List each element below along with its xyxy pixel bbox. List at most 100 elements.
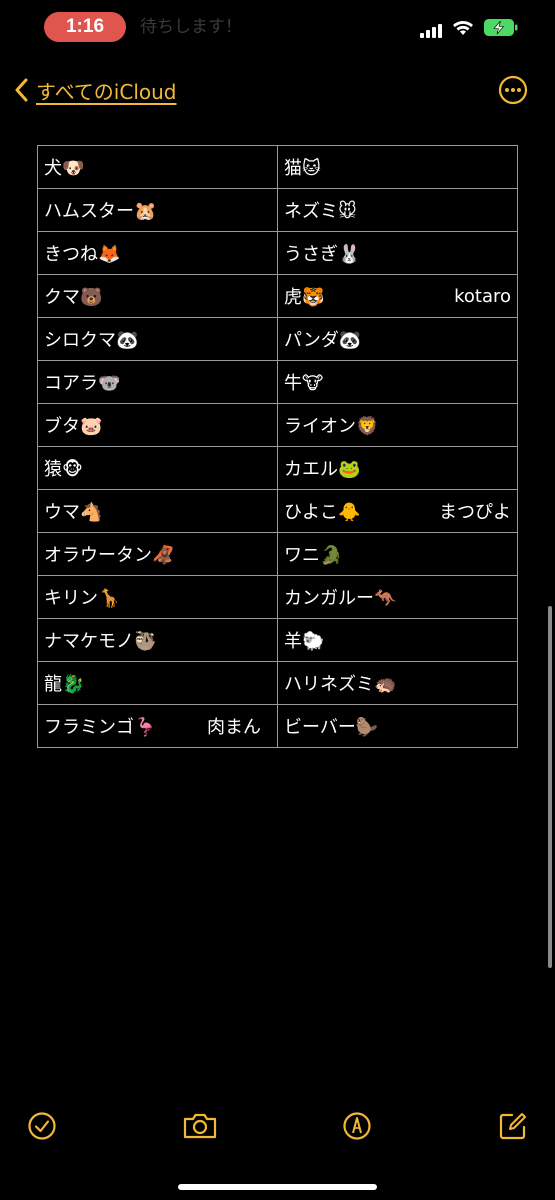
- cell-content: 龍🐉: [44, 670, 271, 696]
- cell-content: ウマ🐴: [44, 498, 271, 524]
- cell-content: ライオン🦁: [284, 412, 511, 438]
- table-row: きつね🦊 うさぎ🐰: [37, 231, 518, 275]
- cell-content: 牛🐮: [284, 369, 511, 395]
- more-options-icon[interactable]: [498, 75, 528, 105]
- animal-label: カンガルー🦘: [284, 588, 397, 609]
- animal-label: 猿🐵: [44, 459, 83, 480]
- cell-content: カエル🐸: [284, 455, 511, 481]
- table-cell-left[interactable]: ブタ🐷: [37, 403, 278, 447]
- table-row: オラウータン🦧 ワニ🐊: [37, 532, 518, 576]
- cell-content: クマ🐻: [44, 283, 271, 309]
- animal-label: 牛🐮: [284, 373, 324, 394]
- cell-content: オラウータン🦧: [44, 541, 271, 567]
- cell-note: 肉まん: [207, 717, 261, 738]
- table-cell-left[interactable]: コアラ🐨: [37, 360, 278, 404]
- cell-content: 猿🐵: [44, 455, 271, 481]
- background-notification-text: 待ちします！: [140, 17, 242, 37]
- table-cell-left[interactable]: フラミンゴ🦩 肉まん: [37, 704, 278, 748]
- compose-icon[interactable]: [498, 1111, 528, 1141]
- cell-content: フラミンゴ🦩 肉まん: [44, 713, 271, 739]
- animal-label: きつね🦊: [44, 244, 121, 265]
- table-cell-right[interactable]: ライオン🦁: [277, 403, 518, 447]
- animal-label: ハリネズミ🦔: [284, 674, 397, 695]
- animal-label: ナマケモノ🦥: [44, 631, 157, 652]
- home-indicator[interactable]: [178, 1184, 377, 1190]
- checklist-icon[interactable]: [27, 1111, 57, 1141]
- table-cell-right[interactable]: ワニ🐊: [277, 532, 518, 576]
- animal-label: キリン🦒: [44, 588, 121, 609]
- cell-content: 犬🐶: [44, 154, 271, 180]
- animal-label: ネズミ🐭: [284, 201, 357, 222]
- note-table[interactable]: 犬🐶 猫🐱 ハムスター🐹 ネズミ🐭 きつね🦊 うさぎ🐰 クマ🐻 虎🐯 kotaro シロクマ🐼 パン…: [37, 145, 518, 748]
- animal-label: ライオン🦁: [284, 416, 379, 437]
- cellular-signal-icon: [420, 22, 444, 38]
- cell-content: ネズミ🐭: [284, 197, 511, 223]
- table-cell-right[interactable]: ひよこ🐥 まつぴよ: [277, 489, 518, 533]
- cell-content: ハリネズミ🦔: [284, 670, 511, 696]
- cell-note: まつぴよ: [439, 502, 511, 523]
- cell-content: パンダ🐼: [284, 326, 511, 352]
- table-cell-left[interactable]: ナマケモノ🦥: [37, 618, 278, 662]
- wifi-icon: [453, 21, 473, 35]
- animal-label: ブタ🐷: [44, 416, 103, 437]
- table-cell-left[interactable]: 猿🐵: [37, 446, 278, 490]
- animal-label: コアラ🐨: [44, 373, 121, 394]
- status-bar: 待ちします！ 1:16: [0, 0, 555, 54]
- animal-label: カエル🐸: [284, 459, 361, 480]
- table-cell-left[interactable]: クマ🐻: [37, 274, 278, 318]
- table-row: シロクマ🐼 パンダ🐼: [37, 317, 518, 361]
- table-row: 猿🐵 カエル🐸: [37, 446, 518, 490]
- chevron-left-icon: [15, 78, 28, 102]
- table-cell-right[interactable]: カンガルー🦘: [277, 575, 518, 619]
- status-time[interactable]: 1:16: [44, 12, 126, 42]
- animal-label: ウマ🐴: [44, 502, 103, 523]
- table-row: ナマケモノ🦥 羊🐑: [37, 618, 518, 662]
- cell-content: ビーバー🦫: [284, 713, 511, 739]
- table-cell-left[interactable]: オラウータン🦧: [37, 532, 278, 576]
- table-cell-left[interactable]: きつね🦊: [37, 231, 278, 275]
- table-row: キリン🦒 カンガルー🦘: [37, 575, 518, 619]
- table-cell-right[interactable]: 猫🐱: [277, 145, 518, 189]
- table-cell-right[interactable]: カエル🐸: [277, 446, 518, 490]
- table-row: 犬🐶 猫🐱: [37, 145, 518, 189]
- table-row: クマ🐻 虎🐯 kotaro: [37, 274, 518, 318]
- animal-label: 羊🐑: [284, 631, 325, 652]
- table-cell-left[interactable]: ハムスター🐹: [37, 188, 278, 232]
- table-row: ハムスター🐹 ネズミ🐭: [37, 188, 518, 232]
- cell-content: 羊🐑: [284, 627, 511, 653]
- animal-label: ハムスター🐹: [44, 201, 157, 222]
- camera-icon[interactable]: [182, 1111, 218, 1141]
- animal-label: ワニ🐊: [284, 545, 343, 566]
- animal-label: ビーバー🦫: [284, 717, 379, 738]
- animal-label: フラミンゴ🦩: [44, 717, 157, 738]
- table-cell-right[interactable]: パンダ🐼: [277, 317, 518, 361]
- table-cell-right[interactable]: ビーバー🦫: [277, 704, 518, 748]
- animal-label: うさぎ🐰: [284, 244, 361, 265]
- animal-label: 犬🐶: [44, 158, 85, 179]
- table-cell-left[interactable]: 犬🐶: [37, 145, 278, 189]
- battery-charging-icon: [484, 19, 518, 36]
- table-cell-right[interactable]: 羊🐑: [277, 618, 518, 662]
- back-button-label[interactable]: すべてのiCloud: [36, 76, 177, 105]
- table-cell-right[interactable]: ハリネズミ🦔: [277, 661, 518, 705]
- animal-label: パンダ🐼: [284, 330, 362, 351]
- table-cell-right[interactable]: 牛🐮: [277, 360, 518, 404]
- table-cell-right[interactable]: ネズミ🐭: [277, 188, 518, 232]
- scroll-indicator[interactable]: [548, 606, 552, 968]
- table-cell-left[interactable]: キリン🦒: [37, 575, 278, 619]
- table-cell-left[interactable]: ウマ🐴: [37, 489, 278, 533]
- animal-label: 猫🐱: [284, 158, 321, 179]
- table-cell-right[interactable]: うさぎ🐰: [277, 231, 518, 275]
- table-row: フラミンゴ🦩 肉まん ビーバー🦫: [37, 704, 518, 748]
- animal-label: シロクマ🐼: [44, 330, 139, 351]
- cell-content: キリン🦒: [44, 584, 271, 610]
- note-table-body: 犬🐶 猫🐱 ハムスター🐹 ネズミ🐭 きつね🦊 うさぎ🐰 クマ🐻 虎🐯 kotaro シロクマ🐼 パン…: [37, 145, 518, 748]
- table-cell-right[interactable]: 虎🐯 kotaro: [277, 274, 518, 318]
- animal-label: クマ🐻: [44, 287, 103, 308]
- table-cell-left[interactable]: シロクマ🐼: [37, 317, 278, 361]
- back-button[interactable]: すべてのiCloud: [14, 74, 177, 106]
- table-row: 龍🐉 ハリネズミ🦔: [37, 661, 518, 705]
- animal-label: ひよこ🐥: [284, 502, 361, 523]
- table-cell-left[interactable]: 龍🐉: [37, 661, 278, 705]
- markup-pen-icon[interactable]: [342, 1111, 372, 1141]
